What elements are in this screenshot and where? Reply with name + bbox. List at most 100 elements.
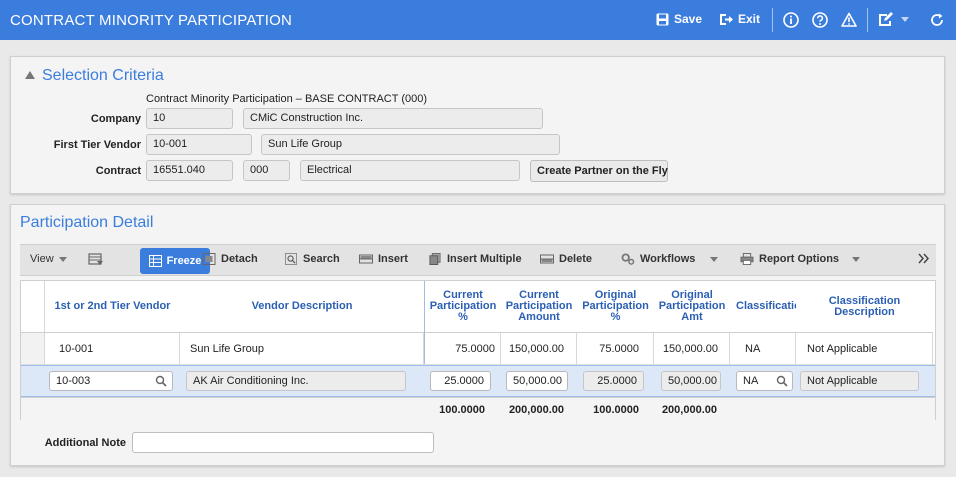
- delete-icon: [540, 254, 554, 264]
- company-code-field[interactable]: 10: [146, 108, 233, 129]
- search-icon: [285, 253, 297, 265]
- delete-label: Delete: [559, 253, 593, 265]
- insert-button[interactable]: Insert: [359, 253, 408, 265]
- classification-code-input-value: NA: [743, 375, 759, 387]
- grid-toolbar: View Freeze Detach Search Insert Insert …: [20, 244, 936, 276]
- company-label: Company: [90, 113, 141, 125]
- detach-button[interactable]: Detach: [202, 253, 258, 265]
- contract-sub-field[interactable]: 000: [243, 160, 290, 181]
- chevron-down-icon: [852, 256, 861, 262]
- create-partner-button[interactable]: Create Partner on the Fly: [530, 160, 668, 182]
- search-icon[interactable]: [155, 375, 167, 387]
- total-current-amt: 200,000.00: [508, 404, 564, 416]
- classification-code-input[interactable]: NA: [736, 371, 793, 391]
- collapse-triangle-icon[interactable]: [25, 70, 35, 80]
- col-header-classification-desc[interactable]: Classification Description: [796, 281, 933, 333]
- workflows-label: Workflows: [640, 253, 696, 265]
- info-icon[interactable]: [782, 11, 800, 29]
- col-header-vendor[interactable]: 1st or 2nd Tier Vendor: [45, 281, 180, 333]
- participation-detail-heading: Participation Detail: [20, 214, 154, 231]
- save-label: Save: [674, 12, 703, 26]
- warning-icon[interactable]: [840, 11, 858, 29]
- printer-icon: [740, 253, 754, 265]
- insert-multiple-label: Insert Multiple: [447, 253, 522, 265]
- freeze-button[interactable]: Freeze: [140, 248, 210, 274]
- current-amt-cell: 150,000.00: [508, 343, 564, 355]
- col-header-description[interactable]: Vendor Description: [180, 281, 424, 333]
- search-label: Search: [303, 253, 340, 265]
- search-icon[interactable]: [776, 375, 788, 387]
- delete-button[interactable]: Delete: [540, 253, 592, 265]
- save-button[interactable]: Save: [656, 12, 702, 26]
- total-current-pct: 100.0000: [439, 404, 485, 416]
- view-label: View: [30, 253, 54, 265]
- filter-settings-icon: [88, 253, 103, 265]
- classification-code-cell: NA: [745, 343, 761, 355]
- current-pct-input[interactable]: 25.0000: [430, 371, 491, 391]
- toolbar-divider: [772, 8, 773, 32]
- selection-criteria-heading: Selection Criteria: [42, 67, 164, 84]
- filter-settings-button[interactable]: [88, 253, 104, 267]
- first-tier-vendor-name-field: Sun Life Group: [261, 134, 560, 155]
- detach-label: Detach: [221, 253, 258, 265]
- exit-button[interactable]: Exit: [719, 12, 760, 26]
- double-chevron-right-icon: [918, 253, 929, 264]
- original-amt-readonly: 50,000.00: [661, 371, 721, 391]
- page-title: CONTRACT MINORITY PARTICIPATION: [10, 12, 293, 29]
- refresh-icon[interactable]: [928, 11, 946, 29]
- chevron-down-icon: [710, 256, 719, 262]
- participation-grid: 1st or 2nd Tier Vendor Vendor Descriptio…: [20, 280, 936, 421]
- view-menu-button[interactable]: View: [30, 253, 67, 265]
- chevron-down-icon[interactable]: [899, 11, 911, 29]
- exit-label: Exit: [738, 12, 761, 26]
- row-selector-header: [21, 281, 45, 333]
- total-original-amt: 200,000.00: [661, 404, 717, 416]
- table-row[interactable]: 10-001 Sun Life Group 75.0000 150,000.00…: [21, 333, 935, 365]
- detach-icon: [202, 253, 216, 265]
- insert-icon: [359, 254, 373, 264]
- freeze-label: Freeze: [166, 255, 202, 267]
- save-icon: [656, 13, 669, 25]
- original-pct-readonly: 25.0000: [583, 371, 644, 391]
- search-button[interactable]: Search: [284, 253, 340, 265]
- edit-icon[interactable]: [876, 11, 894, 29]
- additional-note-input[interactable]: [132, 432, 434, 453]
- report-options-menu-button[interactable]: Report Options: [740, 253, 861, 265]
- current-pct-cell: 75.0000: [455, 343, 495, 355]
- table-row-selected[interactable]: 10-003 AK Air Conditioning Inc. 25.0000 …: [21, 365, 935, 397]
- col-header-original-amt[interactable]: Original Participation Amt: [654, 281, 730, 333]
- col-header-current-amt[interactable]: Current Participation Amount: [501, 281, 577, 333]
- more-tools-button[interactable]: [918, 253, 929, 264]
- description-readonly: AK Air Conditioning Inc.: [186, 371, 406, 391]
- vendor-cell: 10-001: [59, 343, 94, 355]
- contract-label: Contract: [95, 165, 141, 177]
- totals-row: 100.0000 200,000.00 100.0000 200,000.00: [21, 397, 935, 421]
- help-icon[interactable]: [811, 11, 829, 29]
- col-header-original-pct[interactable]: Original Participation %: [577, 281, 654, 333]
- insert-label: Insert: [378, 253, 408, 265]
- insert-multiple-button[interactable]: Insert Multiple: [428, 253, 522, 265]
- col-header-current-pct[interactable]: Current Participation %: [425, 281, 501, 333]
- first-tier-vendor-code-field[interactable]: 10-001: [146, 134, 252, 155]
- workflows-gear-icon: [621, 253, 635, 265]
- original-amt-cell: 150,000.00: [662, 343, 718, 355]
- title-bar: CONTRACT MINORITY PARTICIPATION Save Exi…: [0, 0, 956, 40]
- exit-icon: [720, 13, 733, 25]
- col-header-classification-code-label: Classification Code: [736, 300, 796, 312]
- additional-note-label: Additional Note: [44, 437, 126, 449]
- company-name-field: CMiC Construction Inc.: [243, 108, 543, 129]
- classification-desc-readonly: Not Applicable: [800, 371, 919, 391]
- contract-description-field: Electrical: [300, 160, 520, 181]
- vendor-input-value: 10-003: [56, 375, 91, 387]
- report-options-label: Report Options: [759, 253, 840, 265]
- chevron-down-icon: [58, 256, 67, 262]
- classification-desc-cell: Not Applicable: [807, 343, 878, 355]
- original-pct-cell: 75.0000: [599, 343, 639, 355]
- vendor-input[interactable]: 10-003: [49, 371, 173, 391]
- description-cell: Sun Life Group: [190, 343, 264, 355]
- contract-code-field[interactable]: 16551.040: [146, 160, 233, 181]
- contract-subtitle: Contract Minority Participation – BASE C…: [146, 93, 427, 105]
- current-amt-input[interactable]: 50,000.00: [506, 371, 568, 391]
- col-header-classification-code[interactable]: Classification Code: [730, 281, 796, 333]
- workflows-menu-button[interactable]: Workflows: [621, 253, 719, 265]
